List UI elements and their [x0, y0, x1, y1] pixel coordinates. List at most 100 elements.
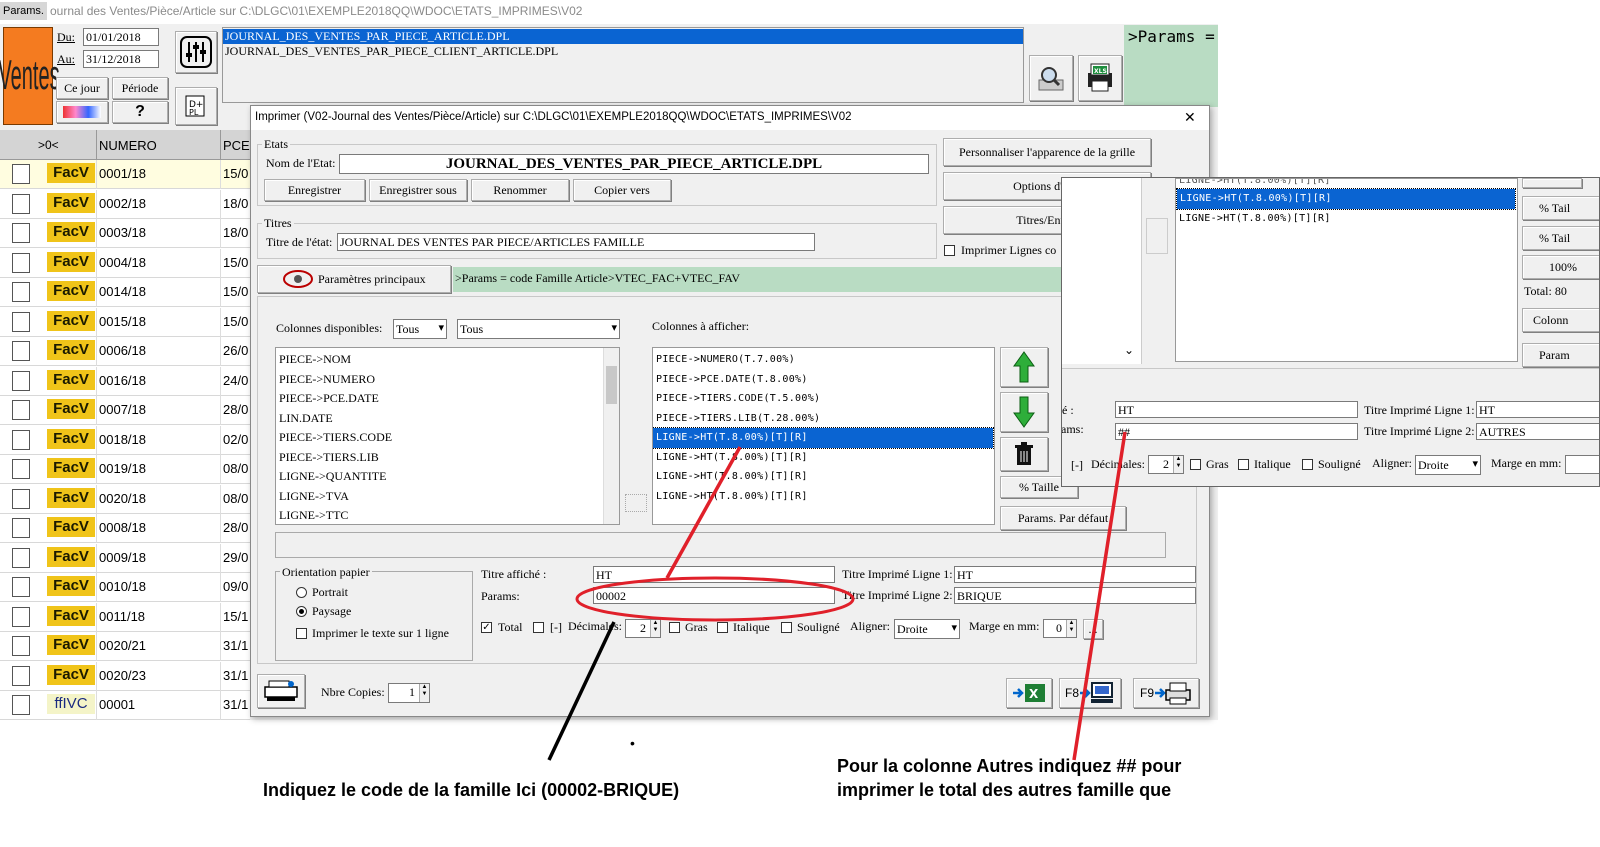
decimales-stepper[interactable]: 2 ▲ ▼: [625, 619, 661, 638]
displayed-columns-list[interactable]: PIECE->NUMERO(T.7.00%) PIECE->PCE.DATE(T.…: [652, 347, 995, 525]
row-select-checkbox[interactable]: [12, 695, 30, 715]
souligne-checkbox[interactable]: [781, 622, 792, 633]
export-excel-button[interactable]: X: [1006, 678, 1052, 708]
help-button[interactable]: ?: [112, 101, 168, 123]
row-select-checkbox[interactable]: [12, 223, 30, 243]
table-row[interactable]: FacV 0003/18 18/0: [0, 219, 250, 248]
stepper-arrows-icon[interactable]: ▲ ▼: [650, 620, 660, 637]
imprimer-texte-checkbox[interactable]: [296, 628, 307, 639]
copier-vers-button[interactable]: Copier vers: [573, 179, 671, 201]
row-select-checkbox[interactable]: [12, 164, 30, 184]
zoom-side-button[interactable]: % Tail: [1522, 226, 1599, 250]
table-row[interactable]: FacV 0020/21 31/1: [0, 632, 250, 661]
available-list-scrollbar[interactable]: [603, 348, 619, 524]
row-select-checkbox[interactable]: [12, 429, 30, 450]
zoom-splitter[interactable]: [1146, 218, 1168, 254]
stepper-arrows-icon[interactable]: ▲ ▼: [1066, 620, 1076, 637]
stepper-arrows-icon[interactable]: ▲ ▼: [1173, 456, 1183, 473]
table-row[interactable]: FacV 0016/18 24/0: [0, 366, 250, 396]
table-row[interactable]: FacV 0006/18 26/0: [0, 337, 250, 366]
row-select-checkbox[interactable]: [12, 193, 30, 214]
displayed-column-item-selected[interactable]: LIGNE->HT(T.8.00%)[T][R]: [653, 427, 994, 449]
zoom-gras-checkbox[interactable]: [1190, 459, 1201, 470]
available-column-item[interactable]: LIN.DATE: [276, 409, 601, 429]
zoom-marge-field[interactable]: [1565, 455, 1599, 474]
displayed-column-item[interactable]: PIECE->TIERS.LIB(T.28.00%): [653, 409, 993, 429]
row-select-checkbox[interactable]: [12, 547, 30, 568]
f8-preview-button[interactable]: F8: [1059, 678, 1121, 708]
ventes-logo[interactable]: Ventes: [0, 27, 60, 125]
zoom-side-button[interactable]: [1522, 178, 1582, 188]
displayed-column-item[interactable]: PIECE->PCE.DATE(T.8.00%): [653, 370, 993, 390]
available-column-item[interactable]: LIGNE->QUANTITE: [276, 467, 601, 487]
zoom-side-button[interactable]: Colonn: [1522, 308, 1599, 332]
available-column-item[interactable]: LIGNE->TTC: [276, 506, 601, 524]
paysage-radio[interactable]: [296, 606, 307, 617]
zoom-row[interactable]: LIGNE->HT(T.8.00%)[T][R]: [1176, 209, 1516, 229]
titre-affiche-field[interactable]: HT: [593, 566, 835, 583]
filter-select-1[interactable]: Tous: [393, 319, 447, 339]
printer-setup-button[interactable]: [257, 674, 305, 708]
table-row[interactable]: FacV 0015/18 15/0: [0, 307, 250, 337]
zoom-side-button[interactable]: % Tail: [1522, 196, 1599, 220]
periode-button[interactable]: Période: [112, 77, 168, 99]
available-column-item[interactable]: PIECE->NUMERO: [276, 370, 601, 390]
row-select-checkbox[interactable]: [12, 282, 30, 302]
row-select-checkbox[interactable]: [12, 459, 30, 479]
table-row[interactable]: FacV 0007/18 28/0: [0, 396, 250, 425]
zoom-titre-ligne1-field[interactable]: HT: [1476, 401, 1599, 418]
titre-etat-field[interactable]: JOURNAL DES VENTES PAR PIECE/ARTICLES FA…: [337, 233, 815, 251]
displayed-column-item[interactable]: LIGNE->HT(T.8.00%)[T][R]: [653, 487, 993, 507]
table-row[interactable]: FacV 0011/18 15/1: [0, 602, 250, 632]
total-checkbox[interactable]: ✓: [481, 622, 492, 633]
ce-jour-button[interactable]: Ce jour: [56, 77, 108, 99]
row-select-checkbox[interactable]: [12, 636, 30, 656]
zoom-titre-field[interactable]: HT: [1115, 401, 1358, 418]
table-row[interactable]: FacV 0001/18 15/0: [0, 160, 250, 189]
aligner-select[interactable]: Droite: [894, 619, 960, 639]
preview-button[interactable]: [1029, 55, 1073, 101]
close-icon[interactable]: ✕: [1184, 109, 1196, 126]
print-xls-button[interactable]: XLS: [1078, 55, 1122, 101]
palette-button[interactable]: [56, 101, 108, 123]
zoom-side-button[interactable]: 100%: [1522, 255, 1599, 279]
zoom-displayed-list[interactable]: LIGNE->HT(T.8.00%)[T][R] LIGNE->HT(T.8.0…: [1175, 178, 1518, 362]
row-select-checkbox[interactable]: [12, 488, 30, 509]
scroll-thumb[interactable]: [606, 366, 617, 404]
row-select-checkbox[interactable]: [12, 577, 30, 597]
zoom-row-selected[interactable]: LIGNE->HT(T.8.00%)[T][R]: [1176, 188, 1516, 210]
marge-stepper[interactable]: 0 ▲ ▼: [1043, 619, 1077, 638]
table-row[interactable]: ffIVC 00001 31/1: [0, 691, 250, 720]
enregistrer-button[interactable]: Enregistrer: [264, 179, 365, 201]
documents-grid[interactable]: >0< NUMERO PCE FacV 0001/18 15/0 FacV 0002/1…: [0, 130, 250, 720]
row-select-checkbox[interactable]: [12, 400, 30, 420]
table-row[interactable]: FacV 0004/18 15/0: [0, 248, 250, 278]
row-select-checkbox[interactable]: [12, 311, 30, 332]
grid-header-select[interactable]: >0<: [38, 138, 59, 152]
chevron-down-icon[interactable]: ⌄: [1124, 343, 1134, 358]
row-select-checkbox[interactable]: [12, 252, 30, 273]
table-row[interactable]: FacV 0018/18 02/0: [0, 425, 250, 455]
zoom-souligne-checkbox[interactable]: [1302, 459, 1313, 470]
available-columns-list[interactable]: PIECE->NOM PIECE->NUMERO PIECE->PCE.DATE LI…: [275, 347, 620, 525]
move-up-button[interactable]: [1000, 347, 1048, 387]
file-list[interactable]: JOURNAL_DES_VENTES_PAR_PIECE_ARTICLE.DPL…: [222, 27, 1024, 103]
available-column-item[interactable]: PIECE->PCE.DATE: [276, 389, 601, 409]
params-defaut-button[interactable]: Params. Par défaut: [1000, 506, 1126, 530]
table-row[interactable]: FacV 0008/18 28/0: [0, 514, 250, 543]
params-field[interactable]: 00002: [593, 587, 835, 604]
displayed-column-item[interactable]: PIECE->TIERS.CODE(T.5.00%): [653, 389, 993, 409]
row-select-checkbox[interactable]: [12, 665, 30, 686]
delete-column-button[interactable]: [1000, 437, 1048, 471]
displayed-column-item[interactable]: LIGNE->HT(T.8.00%)[T][R]: [653, 467, 993, 487]
du-date-field[interactable]: 01/01/2018: [83, 28, 159, 46]
zoom-aligner-select[interactable]: Droite: [1415, 455, 1481, 475]
displayed-column-item[interactable]: LIGNE->HT(T.8.00%)[T][R]: [653, 448, 993, 468]
row-select-checkbox[interactable]: [12, 518, 30, 538]
table-row[interactable]: FacV 0002/18 18/0: [0, 189, 250, 219]
table-row[interactable]: FacV 0014/18 15/0: [0, 278, 250, 307]
file-list-item-2[interactable]: JOURNAL_DES_VENTES_PAR_PIECE_CLIENT_ARTI…: [223, 44, 1023, 59]
table-row[interactable]: FacV 0020/23 31/1: [0, 661, 250, 691]
zoom-titre-ligne2-field[interactable]: AUTRES: [1476, 423, 1599, 440]
table-row[interactable]: FacV 0009/18 29/0: [0, 543, 250, 573]
